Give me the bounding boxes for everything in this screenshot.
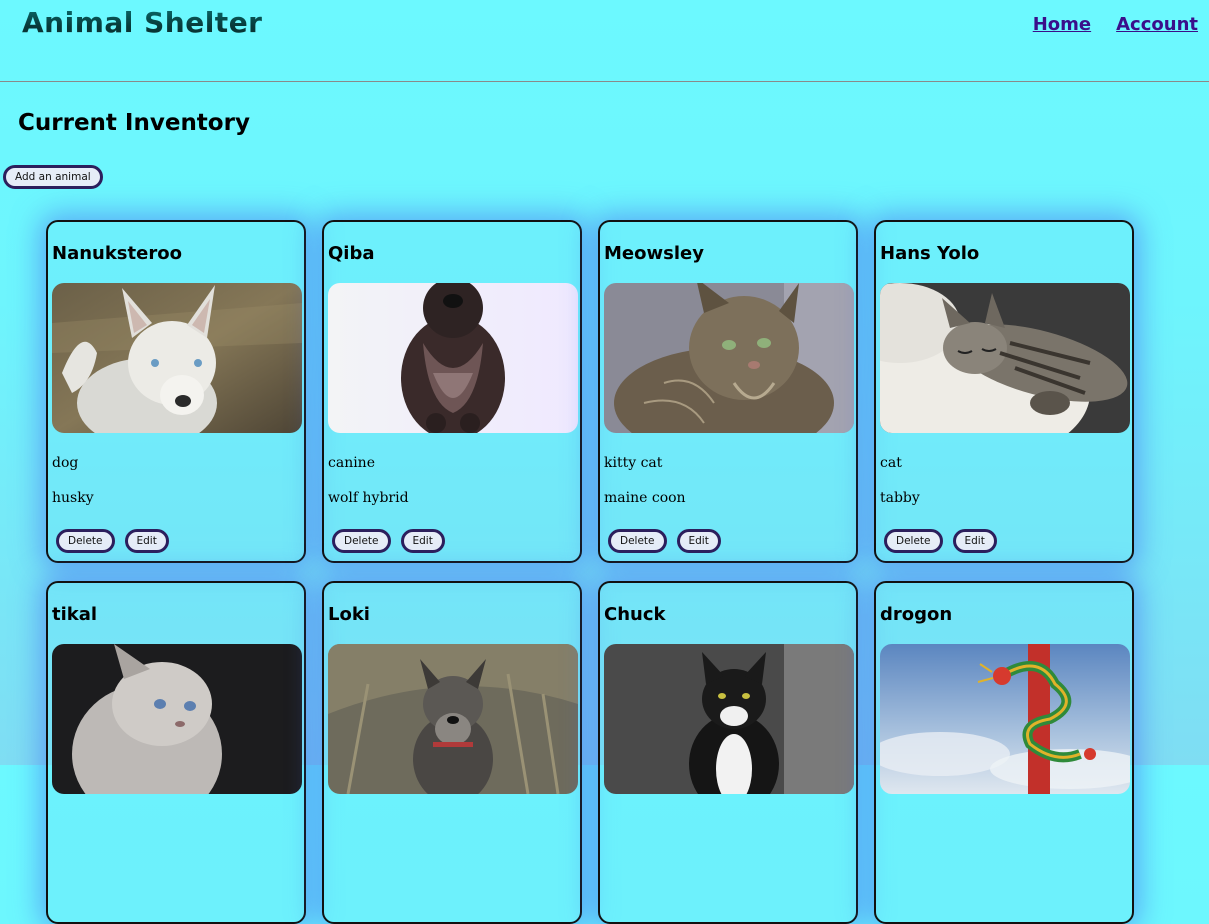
delete-button[interactable]: Delete <box>608 529 667 553</box>
animal-name: Loki <box>328 604 370 625</box>
site-logo[interactable]: Animal Shelter <box>22 6 263 39</box>
delete-button[interactable]: Delete <box>332 529 391 553</box>
sleeping-tabby-cat-photo <box>880 283 1130 433</box>
animal-breed: tabby <box>880 490 920 506</box>
animal-breed: maine coon <box>604 490 686 506</box>
page-title: Current Inventory <box>18 110 250 136</box>
animal-type: kitty cat <box>604 455 663 471</box>
edit-button[interactable]: Edit <box>676 529 721 553</box>
nav-account-link[interactable]: Account <box>1116 14 1198 35</box>
grey-persian-cat-photo <box>52 644 302 794</box>
nav-home-link[interactable]: Home <box>1033 14 1091 35</box>
animal-name: Hans Yolo <box>880 243 980 264</box>
animal-name: drogon <box>880 604 953 625</box>
dragon-statue-photo <box>880 644 1130 794</box>
edit-button[interactable]: Edit <box>124 529 169 553</box>
animal-breed: husky <box>52 490 94 506</box>
animal-card: Loki <box>322 581 582 924</box>
animal-type: canine <box>328 455 375 471</box>
animal-card: drogon <box>874 581 1134 924</box>
animal-card: Hans Yolo cat tabby Delete Edit <box>874 220 1134 563</box>
white-husky-photo <box>52 283 302 433</box>
card-actions: Delete Edit <box>608 529 721 553</box>
delete-button[interactable]: Delete <box>56 529 115 553</box>
animal-name: Nanuksteroo <box>52 243 182 264</box>
animal-card: tikal <box>46 581 306 924</box>
edit-button[interactable]: Edit <box>952 529 997 553</box>
animal-type: cat <box>880 455 902 471</box>
fluffy-tabby-cat-photo <box>604 283 854 433</box>
animal-card: Nanuksteroo dog husky Delete Edit <box>46 220 306 563</box>
card-actions: Delete Edit <box>56 529 169 553</box>
add-animal-button[interactable]: Add an animal <box>3 165 103 189</box>
animal-name: tikal <box>52 604 98 625</box>
animal-name: Meowsley <box>604 243 704 264</box>
animal-name: Chuck <box>604 604 666 625</box>
animal-name: Qiba <box>328 243 375 264</box>
card-actions: Delete Edit <box>884 529 997 553</box>
schnauzer-dog-photo <box>328 644 578 794</box>
card-actions: Delete Edit <box>332 529 445 553</box>
animal-card: Meowsley kitty cat maine coon Delete Edi… <box>598 220 858 563</box>
site-header: Animal Shelter Home Account <box>0 0 1209 82</box>
animal-breed: wolf hybrid <box>328 490 409 506</box>
tuxedo-cat-photo <box>604 644 854 794</box>
edit-button[interactable]: Edit <box>400 529 445 553</box>
delete-button[interactable]: Delete <box>884 529 943 553</box>
animal-card-grid: Nanuksteroo dog husky Delete Edit Qiba c… <box>46 220 1134 924</box>
main-nav: Home Account <box>1033 14 1198 35</box>
dark-wolfdog-in-snow-photo <box>328 283 578 433</box>
animal-type: dog <box>52 455 79 471</box>
animal-card: Chuck <box>598 581 858 924</box>
animal-card: Qiba canine wolf hybrid Delete Edit <box>322 220 582 563</box>
